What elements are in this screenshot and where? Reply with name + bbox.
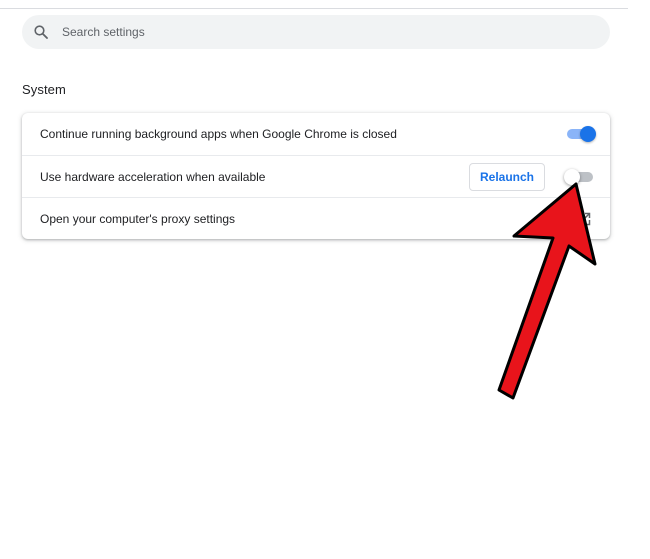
hardware-acceleration-toggle[interactable] xyxy=(564,169,595,185)
relaunch-button[interactable]: Relaunch xyxy=(469,163,545,191)
annotation-arrow-icon xyxy=(497,182,597,400)
toggle-knob xyxy=(580,126,596,142)
top-divider xyxy=(0,8,628,9)
setting-row-proxy[interactable]: Open your computer's proxy settings xyxy=(22,197,610,240)
section-title: System xyxy=(22,82,66,97)
background-apps-label: Continue running background apps when Go… xyxy=(40,127,397,141)
open-external-icon[interactable] xyxy=(577,212,591,226)
proxy-settings-label: Open your computer's proxy settings xyxy=(40,212,236,226)
background-apps-toggle[interactable] xyxy=(567,126,596,142)
hardware-acceleration-label: Use hardware acceleration when available xyxy=(40,170,266,184)
system-settings-card: Continue running background apps when Go… xyxy=(22,113,610,239)
search-bar[interactable]: Search settings xyxy=(22,15,610,49)
search-input[interactable]: Search settings xyxy=(62,25,145,39)
setting-row-background-apps: Continue running background apps when Go… xyxy=(22,113,610,155)
setting-row-hardware-acceleration: Use hardware acceleration when available… xyxy=(22,155,610,198)
search-icon xyxy=(33,24,49,40)
toggle-knob xyxy=(564,169,580,185)
